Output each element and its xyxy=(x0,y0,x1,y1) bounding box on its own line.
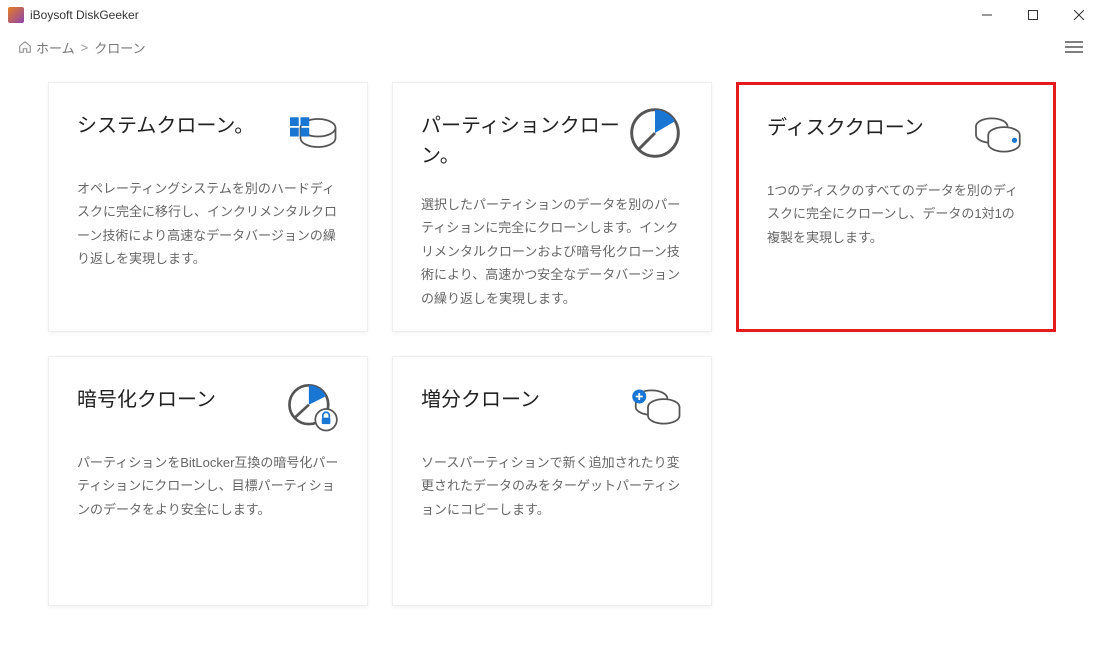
breadcrumb-bar: ホーム > クローン xyxy=(0,30,1102,64)
app-icon xyxy=(8,7,24,23)
card-grid: システムクローン。 オペレーティングシステムを別のハードディスクに完全に移行し、… xyxy=(0,64,1102,624)
card-system-clone[interactable]: システムクローン。 オペレーティングシステムを別のハードディスクに完全に移行し、… xyxy=(48,82,368,332)
maximize-button[interactable] xyxy=(1010,0,1056,30)
pie-icon xyxy=(627,111,683,155)
disks-icon xyxy=(969,113,1025,157)
card-title: システムクローン。 xyxy=(77,111,254,141)
card-desc: 1つのディスクのすべてのデータを別のディスクに完全にクローンし、データの1対1の… xyxy=(767,179,1025,249)
card-desc: ソースパーティションで新く追加されたり変更されたデータのみをターゲットパーティシ… xyxy=(421,451,683,521)
card-title: 増分クローン xyxy=(421,385,540,415)
card-desc: 選択したパーティションのデータを別のパーティションに完全にクローンします。インク… xyxy=(421,193,683,310)
breadcrumb-current: クローン xyxy=(94,38,145,57)
breadcrumb-home[interactable]: ホーム xyxy=(36,38,75,57)
card-title: 暗号化クローン xyxy=(77,385,216,415)
breadcrumb-sep: > xyxy=(81,40,89,55)
disks-plus-icon xyxy=(627,385,683,429)
menu-button[interactable] xyxy=(1064,37,1084,57)
titlebar: iBoysoft DiskGeeker xyxy=(0,0,1102,30)
card-incremental-clone[interactable]: 増分クローン ソースパーティションで新く追加されたり変更されたデータのみをターゲ… xyxy=(392,356,712,606)
card-desc: パーティションをBitLocker互換の暗号化パーティションにクローンし、目標パ… xyxy=(77,451,339,521)
minimize-button[interactable] xyxy=(964,0,1010,30)
window-controls xyxy=(964,0,1102,30)
close-button[interactable] xyxy=(1056,0,1102,30)
card-title: パーティションクローン。 xyxy=(421,111,627,171)
card-partition-clone[interactable]: パーティションクローン。 選択したパーティションのデータを別のパーティションに完… xyxy=(392,82,712,332)
card-disk-clone[interactable]: ディスククローン 1つのディスクのすべてのデータを別のディスクに完全にクローンし… xyxy=(736,82,1056,332)
card-title: ディスククローン xyxy=(767,113,924,143)
home-icon[interactable] xyxy=(18,40,32,54)
card-encrypt-clone[interactable]: 暗号化クローン パーティションをBitLocker互換の暗号化パーティションにク… xyxy=(48,356,368,606)
card-desc: オペレーティングシステムを別のハードディスクに完全に移行し、インクリメンタルクロ… xyxy=(77,177,339,271)
system-disk-icon xyxy=(283,111,339,155)
pie-lock-icon xyxy=(283,385,339,429)
window-title: iBoysoft DiskGeeker xyxy=(30,8,139,22)
